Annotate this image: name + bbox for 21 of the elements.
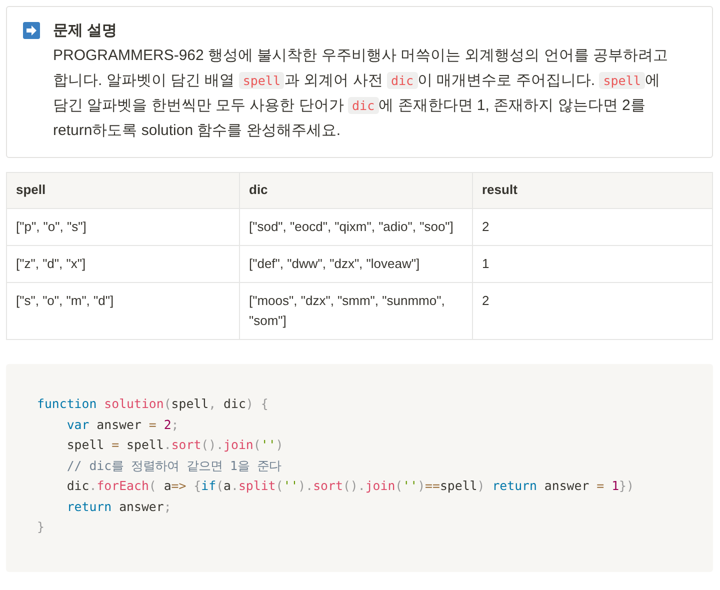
- table-cell: ["z", "d", "x"]: [6, 246, 240, 282]
- column-header: result: [472, 172, 712, 208]
- description-paragraph: PROGRAMMERS-962 행성에 불시착한 우주비행사 머쓱이는 외계행성의 언어를 공부하려고 합니다. 알파벳이 담긴 배열 spell 과 외계어 사전 dic 이 매개변수로 주어집니다. spell 에 담긴 알파벳을 한번씩만 모두 사용한 단어가 dic 에 존재한다면 1, 존재하지 않는다면 2를 return하도록 solution 함수를 완성해주세요.: [53, 46, 670, 141]
- table-cell: 1: [472, 246, 712, 282]
- code-line: return answer;: [66, 498, 172, 516]
- table-cell: ["s", "o", "m", "d"]: [6, 282, 240, 340]
- code-line: spell = spell.sort().join(''): [66, 436, 284, 454]
- code-line: }: [37, 518, 46, 536]
- table-cell: ["moos", "dzx", "smm", "sunmmo", "som"]: [240, 282, 472, 340]
- table-cell: ["p", "o", "s"]: [6, 208, 240, 246]
- code-line: function solution(spell, dic) {: [37, 395, 270, 413]
- code-line: // dic를 정렬하여 같으면 1을 준다: [66, 456, 282, 474]
- callout-title: 문제 설명: [53, 21, 118, 41]
- code-line: dic.forEach( a=> {if(a.split('').sort().join('')==spell) return answer = 1}): [66, 477, 635, 495]
- table-cell: ["sod", "eocd", "qixm", "adio", "soo"]: [240, 208, 472, 246]
- code-line: var answer = 2;: [66, 416, 180, 434]
- table-cell: ["def", "dww", "dzx", "loveaw"]: [240, 246, 472, 282]
- table-cell: 2: [472, 282, 712, 340]
- column-header: spell: [6, 172, 240, 208]
- table-cell: 2: [472, 208, 712, 246]
- column-header: dic: [240, 172, 472, 208]
